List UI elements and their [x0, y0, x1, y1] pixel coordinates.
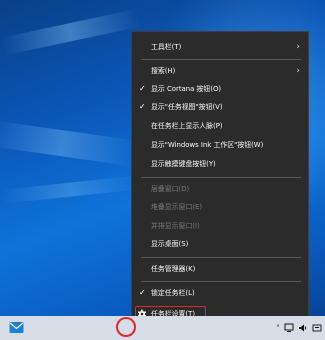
menu-item-show-cortana[interactable]: ✓ 显示 Cortana 按钮(O) [132, 80, 308, 98]
menu-item-label: 任务管理器(K) [151, 265, 196, 273]
taskbar-context-menu: 工具栏(T) › 搜索(H) › ✓ 显示 Cortana 按钮(O) ✓ 显示… [131, 31, 309, 326]
menu-item-label: 在任务栏上显示人脉(P) [151, 122, 223, 130]
menu-separator [141, 177, 301, 178]
network-icon[interactable] [284, 323, 294, 333]
wallpaper-light-beam [0, 175, 141, 204]
menu-separator [141, 257, 301, 258]
wallpaper-light-beam [0, 120, 139, 167]
menu-item-label: 并排显示窗口(I) [151, 222, 200, 230]
checkmark-icon: ✓ [139, 84, 146, 93]
menu-item-label: 层叠窗口(D) [151, 185, 190, 193]
submenu-arrow-icon: › [296, 66, 300, 76]
submenu-arrow-icon: › [296, 42, 300, 52]
menu-item-label: 锁定任务栏(L) [151, 289, 195, 297]
wallpaper-light-beam [0, 8, 141, 56]
menu-item-side-by-side-windows: 并排显示窗口(I) [132, 217, 308, 235]
menu-item-label: 显示触摸键盘按钮(Y) [151, 160, 216, 168]
menu-item-show-touch-keyboard[interactable]: 显示触摸键盘按钮(Y) [132, 155, 308, 173]
menu-item-show-windows-ink[interactable]: 显示"Windows Ink 工作区"按钮(W) [132, 136, 308, 154]
menu-item-task-manager[interactable]: 任务管理器(K) [132, 260, 308, 278]
menu-item-label: 显示"Windows Ink 工作区"按钮(W) [151, 141, 264, 149]
menu-separator [141, 281, 301, 282]
checkmark-icon: ✓ [139, 102, 146, 111]
menu-item-show-desktop[interactable]: 显示桌面(S) [132, 235, 308, 253]
menu-item-toolbars[interactable]: 工具栏(T) › [132, 38, 308, 56]
speaker-icon[interactable] [298, 323, 308, 333]
menu-item-search[interactable]: 搜索(H) › [132, 62, 308, 80]
checkmark-icon: ✓ [139, 288, 146, 297]
menu-item-show-people[interactable]: 在任务栏上显示人脉(P) [132, 117, 308, 135]
menu-item-label: 搜索(H) [151, 67, 176, 75]
menu-item-label: 显示"任务视图"按钮(V) [151, 103, 223, 111]
menu-item-stack-windows: 堆叠显示窗口(E) [132, 198, 308, 216]
menu-item-label: 堆叠显示窗口(E) [151, 203, 203, 211]
menu-item-label: 显示桌面(S) [151, 240, 189, 248]
menu-item-lock-taskbar[interactable]: ✓ 锁定任务栏(L) [132, 284, 308, 302]
menu-item-cascade-windows: 层叠窗口(D) [132, 180, 308, 198]
menu-item-label: 工具栏(T) [151, 43, 182, 51]
menu-item-show-task-view[interactable]: ✓ 显示"任务视图"按钮(V) [132, 98, 308, 116]
system-tray: ˄ [276, 320, 322, 336]
taskbar[interactable]: ˄ [0, 316, 325, 340]
mail-icon[interactable] [9, 321, 24, 334]
highlight-circle [116, 317, 136, 337]
menu-item-label: 显示 Cortana 按钮(O) [151, 85, 222, 93]
input-method-icon[interactable] [312, 323, 322, 333]
tray-overflow-caret-icon[interactable]: ˄ [276, 324, 280, 333]
menu-separator [141, 59, 301, 60]
